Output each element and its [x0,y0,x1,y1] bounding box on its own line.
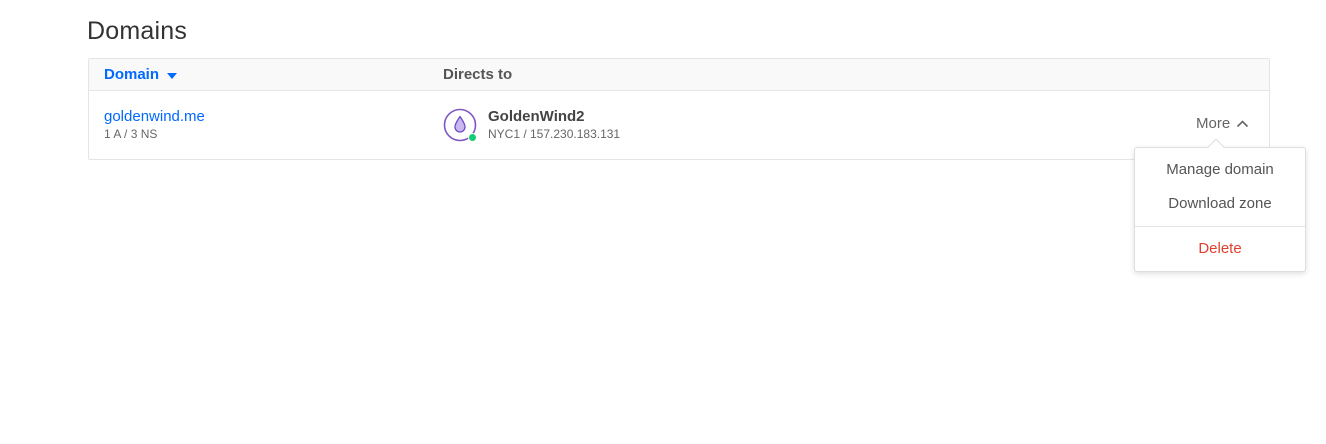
manage-domain-menu-item[interactable]: Manage domain [1135,161,1305,178]
domain-column-label: Domain [104,66,160,83]
more-dropdown-menu: Manage domain Download zone Delete [1134,138,1306,272]
sort-by-domain-header[interactable]: Domain [104,66,178,83]
table-header: Domain Directs to [89,59,1269,91]
domains-table: Domain Directs to goldenwind.me 1 A / 3 … [88,58,1270,160]
download-zone-menu-item[interactable]: Download zone [1135,195,1305,212]
more-label: More [1196,115,1231,132]
menu-divider [1135,226,1305,227]
more-button[interactable]: More [1196,115,1249,132]
table-row: goldenwind.me 1 A / 3 NS GoldenWind2 NYC… [89,91,1269,159]
droplet-name: GoldenWind2 [488,108,585,125]
delete-menu-item[interactable]: Delete [1135,240,1305,257]
chevron-up-icon [1237,120,1249,128]
droplet-region-ip: NYC1 / 157.230.183.131 [488,127,621,141]
status-active-dot [468,133,477,142]
domain-records: 1 A / 3 NS [104,127,158,141]
directs-to-column-label: Directs to [443,66,513,83]
page-title: Domains [87,17,188,45]
caret-down-icon [167,72,178,79]
domain-link[interactable]: goldenwind.me [104,108,205,125]
